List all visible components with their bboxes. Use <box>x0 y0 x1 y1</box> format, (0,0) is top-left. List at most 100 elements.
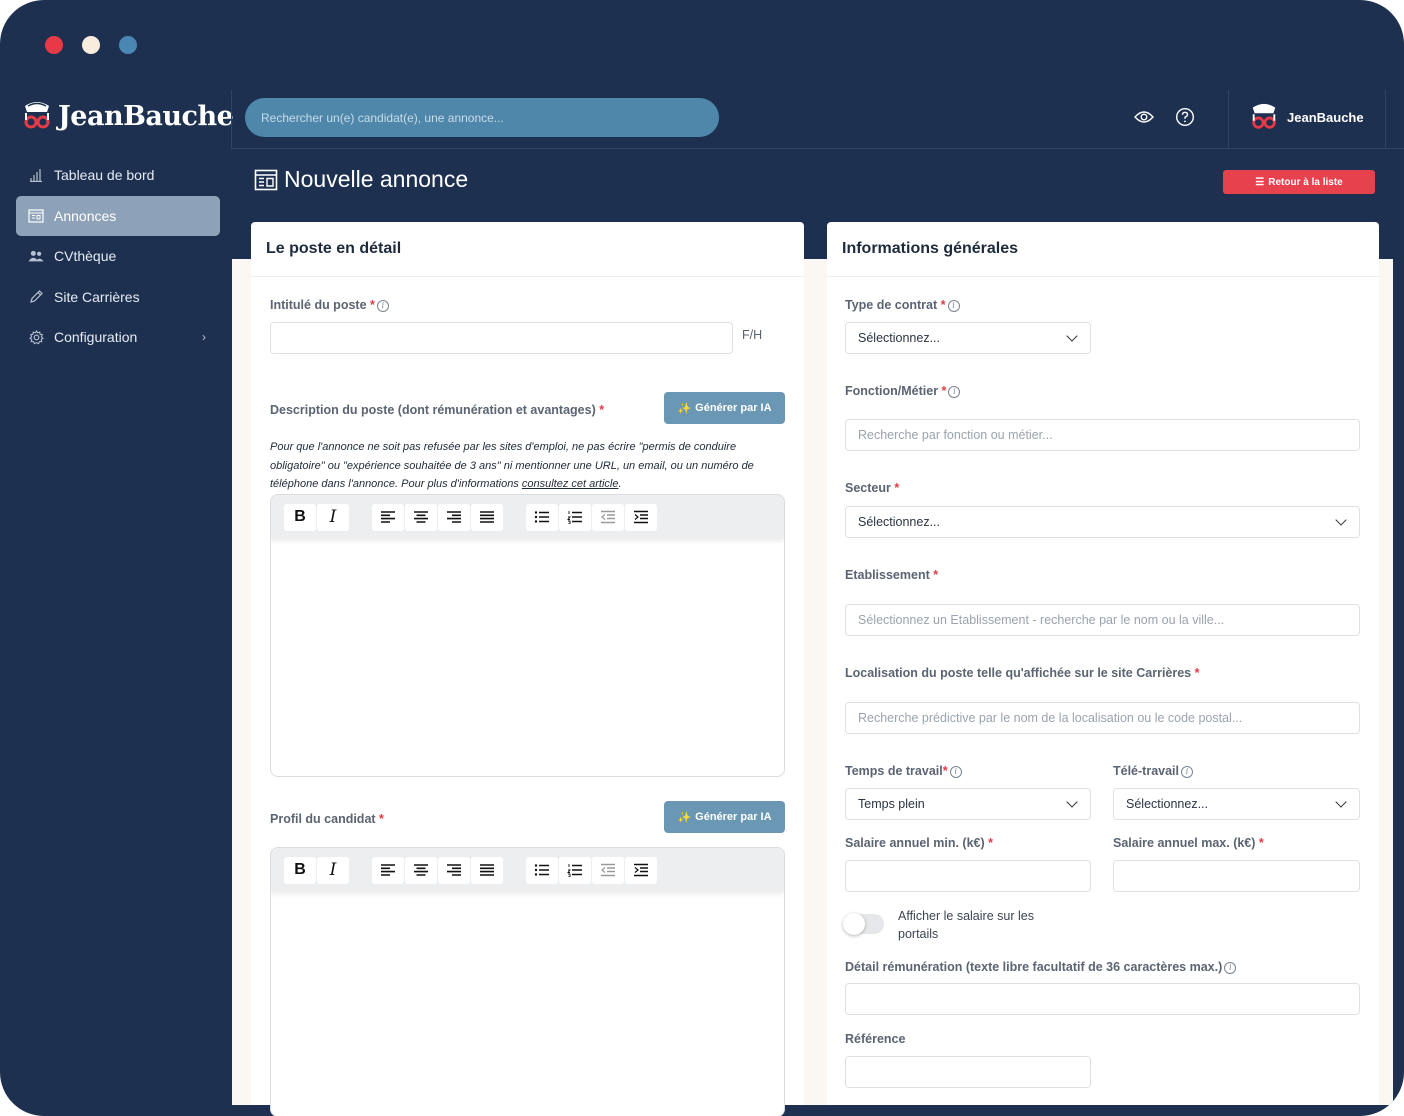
sidebar-item-label: Annonces <box>54 207 117 224</box>
worktime-select[interactable]: Temps plein <box>845 788 1091 820</box>
job-title-suffix: F/H <box>742 328 763 342</box>
reference-label: Référence <box>845 1032 906 1046</box>
align-left-icon[interactable] <box>372 503 404 531</box>
align-center-icon[interactable] <box>405 503 437 531</box>
header-bottom-divider <box>231 148 1404 149</box>
generate-ai-description-button[interactable]: ✨ Générer par IA <box>664 392 785 424</box>
back-to-list-label: Retour à la liste <box>1268 176 1343 188</box>
avatar <box>1252 103 1276 129</box>
sparkle-icon: ✨ <box>677 402 692 415</box>
app-logo[interactable]: JeanBauche <box>22 100 234 132</box>
pay-detail-label: Détail rémunération (texte libre faculta… <box>845 960 1237 974</box>
align-right-icon[interactable] <box>438 856 470 884</box>
chevron-down-icon <box>1066 330 1078 342</box>
bullet-list-icon[interactable] <box>526 856 558 884</box>
worktime-label: Temps de travail* i <box>845 764 962 778</box>
outdent-icon[interactable] <box>592 856 624 884</box>
window-minimize-dot[interactable] <box>82 36 100 54</box>
chevron-right-icon: › <box>202 330 206 344</box>
pay-detail-input[interactable] <box>845 983 1360 1015</box>
profile-editor[interactable]: B I <box>270 847 785 1116</box>
info-icon: i <box>376 300 389 312</box>
reference-input[interactable] <box>845 1056 1091 1088</box>
users-icon <box>28 248 44 264</box>
salary-max-input[interactable] <box>1113 860 1360 892</box>
sidebar-item-dashboard[interactable]: Tableau de bord <box>16 155 220 195</box>
sector-select[interactable]: Sélectionnez... <box>845 506 1360 538</box>
editor-toolbar: B I <box>271 848 784 892</box>
indent-icon[interactable] <box>625 856 657 884</box>
info-icon: i <box>949 766 962 778</box>
header-divider <box>1385 90 1386 148</box>
user-menu[interactable]: JeanBauche <box>1249 102 1364 132</box>
outdent-icon[interactable] <box>592 503 624 531</box>
header-divider <box>231 90 232 148</box>
bold-button[interactable]: B <box>284 503 316 531</box>
card-title: Informations générales <box>827 222 1379 277</box>
align-center-icon[interactable] <box>405 856 437 884</box>
page-title: Nouvelle annonce <box>254 166 468 193</box>
sidebar-item-label: Site Carrières <box>54 288 140 305</box>
list-icon: ☰ <box>1255 176 1265 188</box>
search-placeholder: Rechercher un(e) candidat(e), une annonc… <box>261 110 504 125</box>
listing-icon <box>28 208 44 224</box>
article-link[interactable]: consultez cet article <box>522 478 619 490</box>
profile-label: Profil du candidat * <box>270 812 384 826</box>
align-justify-icon[interactable] <box>471 856 503 884</box>
show-salary-label: Afficher le salaire sur les portails <box>898 909 1034 941</box>
contract-type-select[interactable]: Sélectionnez... <box>845 322 1091 354</box>
numbered-list-icon[interactable] <box>559 503 591 531</box>
function-label: Fonction/Métier * i <box>845 384 961 398</box>
chevron-down-icon <box>1066 796 1078 808</box>
card-title: Le poste en détail <box>251 222 804 277</box>
sidebar-item-label: CVthèque <box>54 248 117 264</box>
sidebar-item-annonces[interactable]: Annonces <box>16 195 220 236</box>
align-justify-icon[interactable] <box>471 503 503 531</box>
bar-chart-icon <box>28 167 44 183</box>
search-input[interactable]: Rechercher un(e) candidat(e), une annonc… <box>245 98 719 137</box>
info-icon: i <box>1181 766 1194 778</box>
chevron-down-icon <box>1335 514 1347 526</box>
salary-min-input[interactable] <box>845 860 1091 892</box>
description-editor[interactable]: B I <box>270 494 785 777</box>
window-close-dot[interactable] <box>45 36 63 54</box>
sidebar-item-configuration[interactable]: Configuration › <box>16 317 220 357</box>
help-icon[interactable] <box>1174 106 1196 128</box>
salary-min-label: Salaire annuel min. (k€) * <box>845 836 993 850</box>
bold-button[interactable]: B <box>284 856 316 884</box>
numbered-list-icon[interactable] <box>559 856 591 884</box>
function-search-input[interactable]: Recherche par fonction ou métier... <box>845 419 1360 451</box>
listing-icon <box>254 169 278 190</box>
header-divider <box>1228 90 1229 148</box>
remote-select[interactable]: Sélectionnez... <box>1113 788 1360 820</box>
bullet-list-icon[interactable] <box>526 503 558 531</box>
generate-ai-profile-button[interactable]: ✨ Générer par IA <box>664 801 785 833</box>
sparkle-icon: ✨ <box>677 811 692 824</box>
establishment-label: Etablissement * <box>845 568 939 582</box>
description-label: Description du poste (dont rémunération … <box>270 403 605 417</box>
align-left-icon[interactable] <box>372 856 404 884</box>
job-title-label: Intitulé du poste * i <box>270 298 389 312</box>
ai-button-label: Générer par IA <box>695 402 772 414</box>
italic-button[interactable]: I <box>317 856 349 884</box>
sidebar-item-site-carrieres[interactable]: Site Carrières <box>16 277 220 317</box>
back-to-list-button[interactable]: ☰ Retour à la liste <box>1223 170 1375 194</box>
location-label: Localisation du poste telle qu'affichée … <box>845 666 1200 680</box>
user-name: JeanBauche <box>1287 109 1364 125</box>
page-title-text: Nouvelle annonce <box>284 166 469 192</box>
pen-icon <box>28 289 44 305</box>
remote-label: Télé-travail i <box>1113 764 1194 778</box>
italic-button[interactable]: I <box>317 503 349 531</box>
location-search-input[interactable]: Recherche prédictive par le nom de la lo… <box>845 702 1360 734</box>
establishment-search-input[interactable]: Sélectionnez un Etablissement - recherch… <box>845 604 1360 636</box>
eye-icon[interactable] <box>1133 106 1155 128</box>
ai-button-label: Générer par IA <box>695 811 772 823</box>
job-title-input[interactable] <box>270 322 733 354</box>
salary-max-label: Salaire annuel max. (k€) * <box>1113 836 1264 850</box>
sidebar-item-cvtheque[interactable]: CVthèque <box>16 236 220 276</box>
show-salary-toggle[interactable] <box>843 913 884 935</box>
indent-icon[interactable] <box>625 503 657 531</box>
toggle-knob <box>843 913 865 935</box>
window-maximize-dot[interactable] <box>119 36 137 54</box>
align-right-icon[interactable] <box>438 503 470 531</box>
